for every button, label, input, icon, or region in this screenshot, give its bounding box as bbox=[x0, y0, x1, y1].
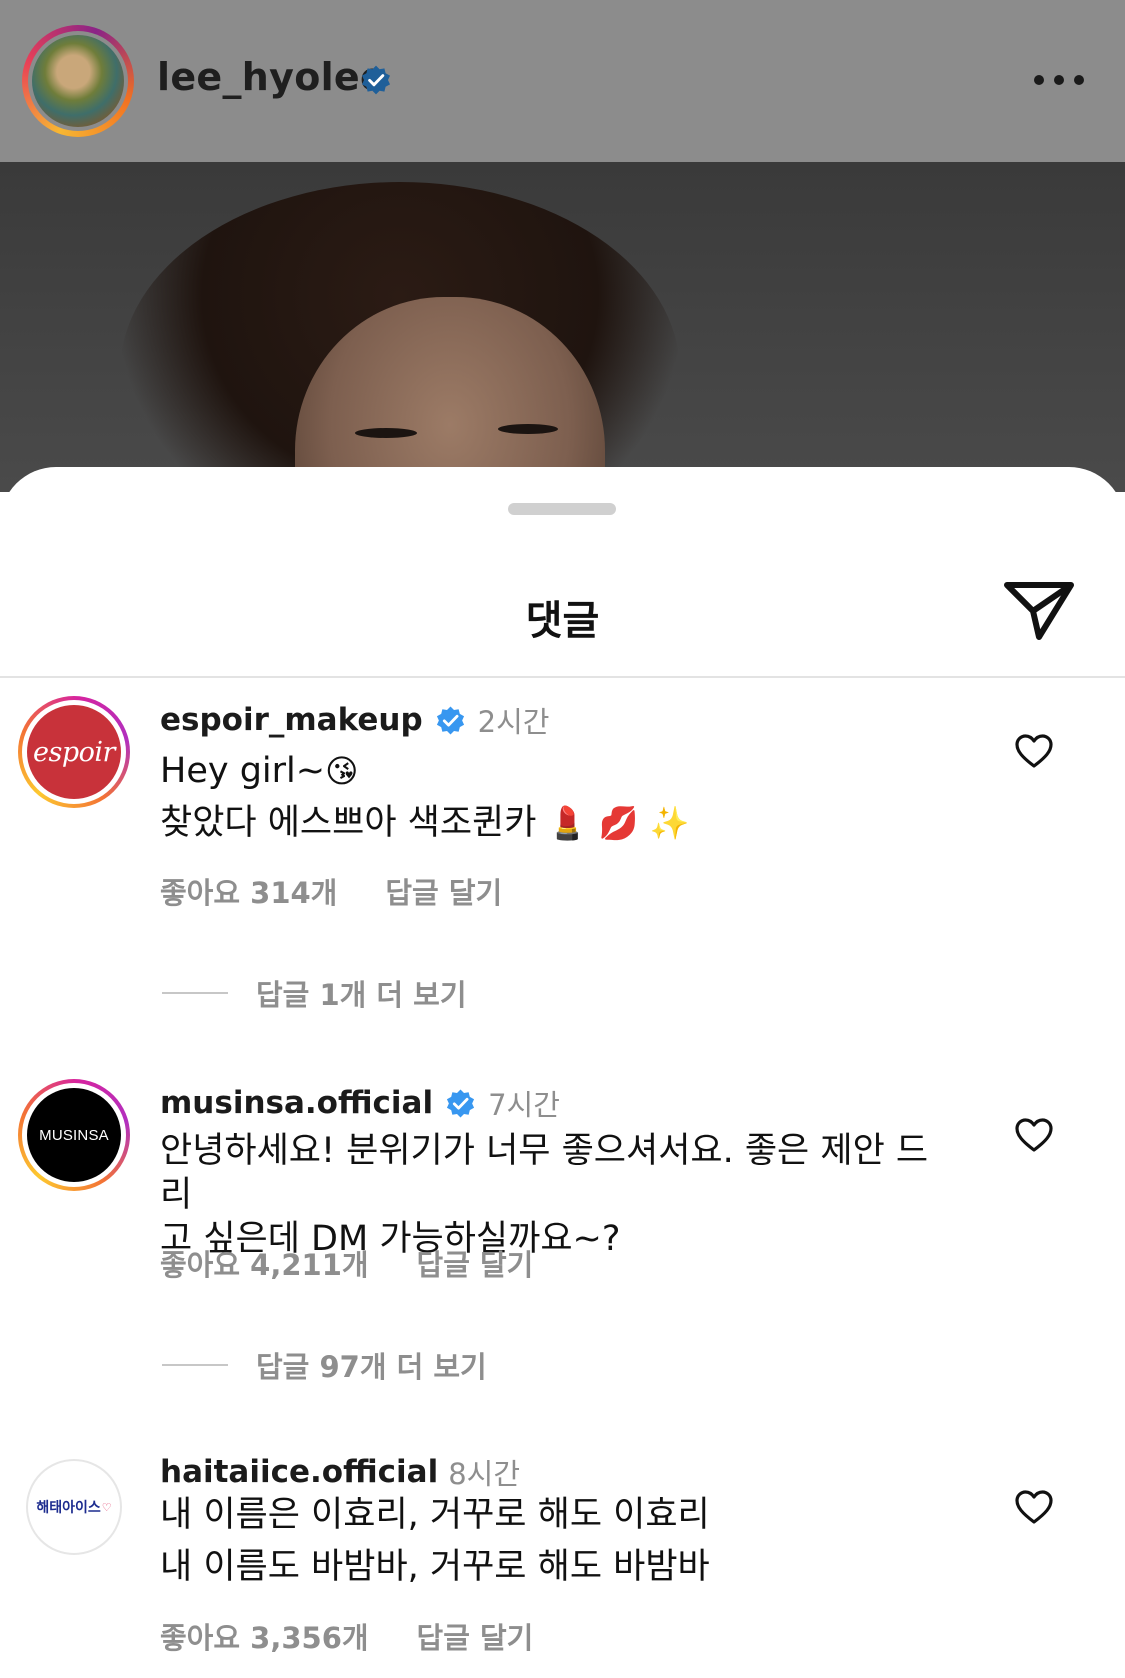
small-heart-icon: ♡ bbox=[101, 1500, 112, 1514]
comment-username[interactable]: haitaiice.official bbox=[160, 1454, 438, 1490]
heart-outline-icon[interactable] bbox=[1014, 1489, 1054, 1525]
reply-button[interactable]: 답글 달기 bbox=[385, 870, 502, 912]
lipstick-emoji: 💄 bbox=[547, 804, 588, 842]
espoir-logo: espoir bbox=[27, 705, 121, 799]
view-more-replies-label: 답글 1개 더 보기 bbox=[256, 978, 467, 1012]
comment-line-2: 내 이름도 바밤바, 거꾸로 해도 바밤바 bbox=[160, 1547, 710, 1587]
view-more-replies[interactable]: 답글 1개 더 보기 bbox=[162, 972, 467, 1014]
commenter-avatar[interactable]: 해태아이스 ♡ bbox=[18, 1451, 130, 1563]
post-header: lee_hyolee bbox=[0, 0, 1125, 162]
musinsa-logo: MUSINSA bbox=[27, 1088, 121, 1182]
haitai-logo: 해태아이스 ♡ bbox=[26, 1459, 122, 1555]
sheet-divider bbox=[0, 676, 1125, 678]
comment-text: Hey girl~😘 찾았다 에스쁘아 색조퀸카 💄 💋 ✨ bbox=[160, 745, 960, 849]
comment-text: 내 이름은 이효리, 거꾸로 해도 이효리 내 이름도 바밤바, 거꾸로 해도 … bbox=[160, 1489, 960, 1593]
heart-outline-icon[interactable] bbox=[1014, 1117, 1054, 1153]
view-more-replies-label: 답글 97개 더 보기 bbox=[256, 1350, 487, 1384]
post-author-avatar[interactable] bbox=[22, 25, 134, 137]
reply-button[interactable]: 답글 달기 bbox=[417, 1242, 534, 1284]
view-more-replies[interactable]: 답글 97개 더 보기 bbox=[162, 1344, 487, 1386]
replies-line bbox=[162, 1364, 228, 1366]
comment-line-2: 찾았다 에스쁘아 색조퀸카 bbox=[160, 803, 537, 843]
comment-header: espoir_makeup 2시간 bbox=[160, 699, 549, 741]
comment-username[interactable]: musinsa.official bbox=[160, 1085, 433, 1121]
comments-sheet: 댓글 espoir espoir_makeup 2시간 Hey girl~😘 찾… bbox=[0, 467, 1125, 1678]
commenter-avatar[interactable]: espoir bbox=[18, 696, 130, 808]
replies-line bbox=[162, 992, 228, 994]
avatar-image bbox=[32, 35, 124, 127]
verified-badge-icon bbox=[362, 65, 390, 95]
comment-time: 2시간 bbox=[477, 705, 550, 739]
comment-time: 8시간 bbox=[448, 1457, 521, 1491]
heart-outline-icon[interactable] bbox=[1014, 733, 1054, 769]
photo-eye-left bbox=[355, 428, 417, 438]
comment-header: haitaiice.official 8시간 bbox=[160, 1451, 520, 1493]
comment-line-1: Hey girl~ bbox=[160, 751, 326, 791]
photo-eye-right bbox=[498, 424, 558, 434]
sparkles-emoji: ✨ bbox=[649, 804, 690, 842]
sheet-grabber[interactable] bbox=[508, 503, 616, 515]
comment-line-1: 안녕하세요! 분위기가 너무 좋으셔서요. 좋은 제안 드리 bbox=[160, 1131, 929, 1215]
comment-time: 7시간 bbox=[488, 1088, 560, 1122]
post-author-username[interactable]: lee_hyolee bbox=[157, 55, 386, 99]
likes-count[interactable]: 좋아요 3,356개 bbox=[160, 1615, 369, 1657]
post-photo bbox=[0, 162, 1125, 492]
verified-badge-icon bbox=[447, 1089, 475, 1117]
sheet-title: 댓글 bbox=[525, 598, 600, 644]
comment-username[interactable]: espoir_makeup bbox=[160, 702, 423, 738]
likes-count[interactable]: 좋아요 314개 bbox=[160, 870, 337, 912]
comment-actions: 좋아요 4,211개 답글 달기 bbox=[160, 1242, 533, 1284]
reply-button[interactable]: 답글 달기 bbox=[417, 1615, 534, 1657]
send-icon[interactable] bbox=[1003, 579, 1075, 643]
kissing-face-emoji: 😘 bbox=[325, 752, 359, 790]
likes-count[interactable]: 좋아요 4,211개 bbox=[160, 1242, 369, 1284]
comment-header: musinsa.official 7시간 bbox=[160, 1082, 560, 1124]
verified-badge-icon bbox=[436, 706, 464, 734]
more-options-icon[interactable] bbox=[1034, 70, 1084, 90]
comment-actions: 좋아요 314개 답글 달기 bbox=[160, 870, 502, 912]
kiss-mark-emoji: 💋 bbox=[598, 804, 639, 842]
comment-actions: 좋아요 3,356개 답글 달기 bbox=[160, 1615, 533, 1657]
comment-line-1: 내 이름은 이효리, 거꾸로 해도 이효리 bbox=[160, 1495, 710, 1535]
haitai-logo-text: 해태아이스 bbox=[36, 1500, 101, 1516]
commenter-avatar[interactable]: MUSINSA bbox=[18, 1079, 130, 1191]
